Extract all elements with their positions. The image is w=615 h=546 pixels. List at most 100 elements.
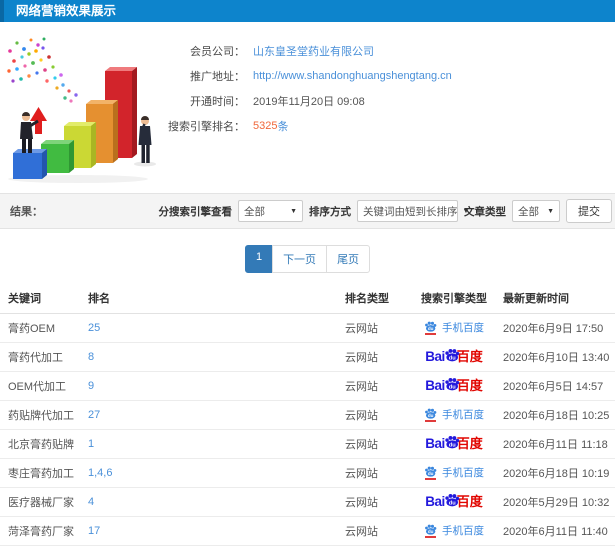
company-label: 会员公司： <box>190 45 245 58</box>
rank-type-cell: 云网站 <box>345 516 408 546</box>
baidu-logo-cn: 百度 <box>456 494 483 510</box>
open-time-row: 开通时间： 2019年11月20日 09:08 <box>0 88 615 113</box>
rank-link[interactable]: 1 <box>88 438 94 450</box>
baidu-logo-bai: Bai <box>425 378 445 394</box>
search-engine-cell: du 手机百度 <box>408 400 500 430</box>
mobile-baidu-logo: du 手机百度 <box>424 408 484 422</box>
article-type-select[interactable]: 全部 ▼ <box>512 200 560 222</box>
filter-bar: 结果： 分搜索引擎查看 全部 ▼ 排序方式 关键词由短到长排序 ▼ 文章类型 全… <box>0 193 615 229</box>
mobile-baidu-underline <box>425 333 436 335</box>
col-header-engine: 搜索引擎类型 <box>408 283 500 314</box>
search-engine-cell: Bai du 百度 <box>408 487 500 517</box>
mobile-baidu-label: 手机百度 <box>442 321 484 334</box>
mobile-baidu-label: 手机百度 <box>442 408 484 421</box>
rank-cell: 4 <box>88 487 345 517</box>
rank-type-cell: 云网站 <box>345 371 408 401</box>
rank-link[interactable]: 9 <box>88 380 94 392</box>
table-row: 药贴牌代加工 27 云网站 du 手机百度 2020年6月18日 10:25 <box>0 400 615 430</box>
rank-type-cell: 云网站 <box>345 458 408 488</box>
rank-link[interactable]: 17 <box>88 525 100 537</box>
rank-link[interactable]: 1,4,6 <box>88 467 112 479</box>
engine-filter-select[interactable]: 全部 ▼ <box>238 200 303 222</box>
open-time-value: 2019年11月20日 09:08 <box>253 95 365 108</box>
baidu-logo: Bai du 百度 <box>425 435 483 451</box>
keyword-cell: 膏药代加工 <box>0 342 88 372</box>
table-row: 膏药代加工 8 云网站 Bai du 百度 2020年6月10日 13:40 <box>0 342 615 372</box>
rank-cell: 25 <box>88 313 345 343</box>
baidu-paw-icon: du <box>425 466 437 477</box>
search-engine-cell: du 手机百度 <box>408 458 500 488</box>
rank-cell: 1 <box>88 429 345 459</box>
promo-url-label: 推广地址： <box>190 70 245 83</box>
update-time-cell: 2020年6月18日 10:25 <box>500 400 615 430</box>
col-header-rank-type: 排名类型 <box>345 283 408 314</box>
rank-link[interactable]: 25 <box>88 322 100 334</box>
mobile-baidu-label: 手机百度 <box>442 466 484 479</box>
company-link[interactable]: 山东皇圣堂药业有限公司 <box>253 43 374 59</box>
rank-count: 5325 <box>253 119 278 132</box>
col-header-rank: 排名 <box>88 283 345 314</box>
rank-link[interactable]: 27 <box>88 409 100 421</box>
page: 网络营销效果展示 会员公司： 山东皇圣堂药业有限公司 推广地址： http://… <box>0 0 615 546</box>
sort-select[interactable]: 关键词由短到长排序 ▼ <box>357 200 469 222</box>
mobile-baidu-logo: du 手机百度 <box>424 524 484 538</box>
search-engine-cell: du 手机百度 <box>408 313 500 343</box>
results-table-body: 膏药OEM 25 云网站 du 手机百度 2020年6月9日 17:50 膏药代加工 8 云网站… <box>0 313 615 546</box>
mobile-baidu-icon: du <box>424 524 437 538</box>
update-time-cell: 2020年6月5日 14:57 <box>500 371 615 401</box>
table-row: 枣庄膏药加工 1,4,6 云网站 du 手机百度 2020年6月18日 10:19 <box>0 458 615 488</box>
promo-url-link[interactable]: http://www.shandonghuangshengtang.cn <box>253 70 452 82</box>
submit-button[interactable]: 提交 <box>566 199 612 223</box>
update-time-cell: 2020年6月11日 11:40 <box>500 516 615 546</box>
keyword-cell: 药贴牌代加工 <box>0 400 88 430</box>
col-header-time: 最新更新时间 <box>500 283 615 314</box>
filter-controls: 分搜索引擎查看 全部 ▼ 排序方式 关键词由短到长排序 ▼ 文章类型 全部 ▼ … <box>159 199 612 223</box>
caret-down-icon: ▼ <box>290 207 297 215</box>
rank-type-cell: 云网站 <box>345 400 408 430</box>
baidu-logo: Bai du 百度 <box>425 377 483 394</box>
rank-cell: 1,4,6 <box>88 458 345 488</box>
svg-text:du: du <box>448 442 455 448</box>
result-label: 结果： <box>10 206 43 218</box>
engine-filter-value: 全部 <box>244 205 265 218</box>
open-time-label: 开通时间： <box>190 95 245 108</box>
search-engine-cell: Bai du 百度 <box>408 429 500 459</box>
page-1-button[interactable]: 1 <box>244 245 274 273</box>
baidu-logo-bai: Bai <box>425 494 445 510</box>
baidu-logo-bai: Bai <box>425 349 445 365</box>
mobile-baidu-icon: du <box>424 466 437 480</box>
update-time-cell: 2020年6月18日 10:19 <box>500 458 615 488</box>
rank-type-cell: 云网站 <box>345 487 408 517</box>
mobile-baidu-logo: du 手机百度 <box>424 321 484 335</box>
svg-text:du: du <box>448 384 455 390</box>
info-section: 会员公司： 山东皇圣堂药业有限公司 推广地址： http://www.shand… <box>0 22 615 185</box>
svg-text:du: du <box>428 326 434 331</box>
baidu-logo-cn: 百度 <box>456 378 483 394</box>
next-page-button[interactable]: 下一页 <box>272 245 328 273</box>
bar-blue <box>13 149 47 179</box>
table-row: 北京膏药贴牌 1 云网站 Bai du 百度 2020年6月11日 11:18 <box>0 429 615 459</box>
rank-link[interactable]: 8 <box>88 351 94 363</box>
table-header-row: 关键词 排名 排名类型 搜索引擎类型 最新更新时间 <box>0 283 615 314</box>
update-time-cell: 2020年6月11日 11:18 <box>500 429 615 459</box>
baidu-paw-icon: du <box>425 524 437 535</box>
mobile-baidu-underline <box>425 478 436 480</box>
keyword-cell: 菏泽膏药厂家 <box>0 516 88 546</box>
table-row: 菏泽膏药厂家 17 云网站 du 手机百度 2020年6月11日 11:40 <box>0 516 615 546</box>
update-time-cell: 2020年6月9日 17:50 <box>500 313 615 343</box>
update-time-cell: 2020年6月10日 13:40 <box>500 342 615 372</box>
page-title: 网络营销效果展示 <box>16 4 117 18</box>
mobile-baidu-icon: du <box>424 408 437 422</box>
page-header: 网络营销效果展示 <box>0 0 615 22</box>
svg-text:du: du <box>428 529 434 534</box>
rank-link[interactable]: 4 <box>88 496 94 508</box>
svg-text:du: du <box>448 355 455 361</box>
keyword-cell: OEM代加工 <box>0 371 88 401</box>
svg-text:du: du <box>428 471 434 476</box>
mobile-baidu-icon: du <box>424 321 437 335</box>
last-page-button[interactable]: 尾页 <box>326 245 371 273</box>
table-row: 医疗器械厂家 4 云网站 Bai du 百度 2020年5月29日 10:32 <box>0 487 615 517</box>
rank-cell: 8 <box>88 342 345 372</box>
svg-text:du: du <box>448 500 455 506</box>
account-info: 会员公司： 山东皇圣堂药业有限公司 推广地址： http://www.shand… <box>0 38 615 138</box>
